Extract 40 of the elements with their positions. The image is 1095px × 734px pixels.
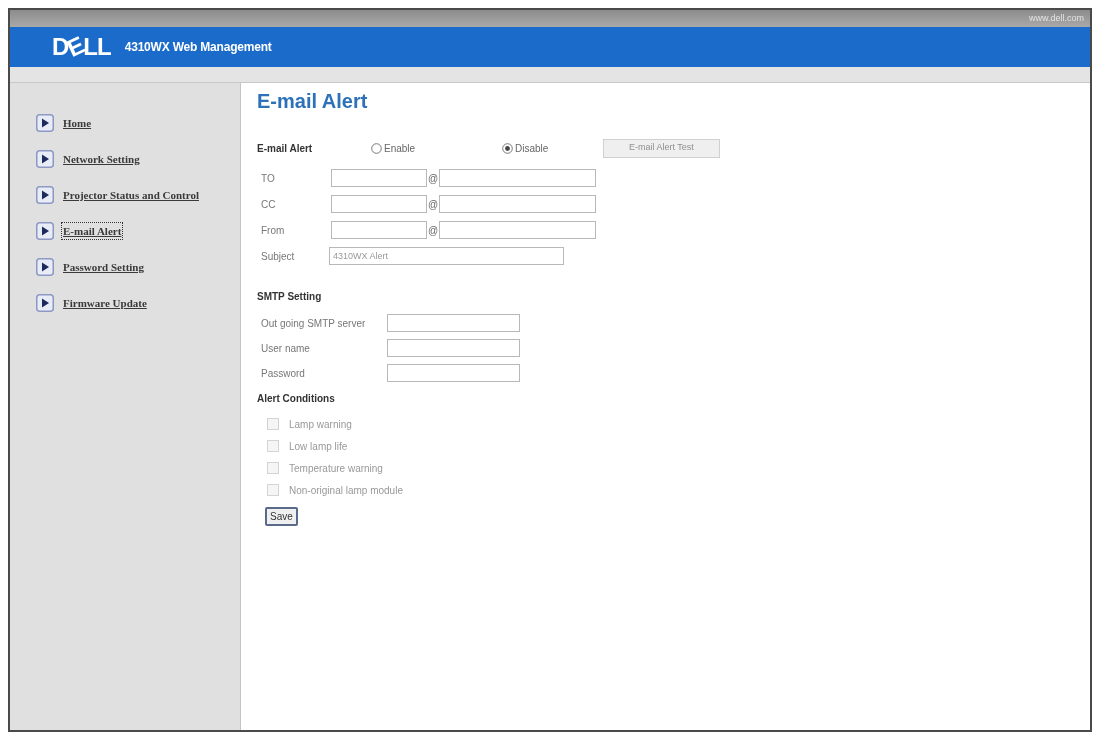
checkbox-label: Lamp warning: [289, 417, 352, 432]
field-label: User name: [261, 341, 311, 356]
input-field[interactable]: [439, 221, 596, 239]
input-field[interactable]: [387, 339, 520, 357]
input-field[interactable]: [439, 169, 596, 187]
header-title: 4310WX Web Management: [124, 39, 272, 56]
field-label: Password: [261, 366, 306, 381]
at-sign: @: [427, 171, 439, 186]
save-button[interactable]: Save: [265, 507, 298, 526]
radio-option[interactable]: Enable: [371, 140, 416, 156]
input-field[interactable]: [387, 364, 520, 382]
sidebar-link[interactable]: Network Setting: [62, 150, 141, 168]
input-field[interactable]: [331, 195, 427, 213]
field-label: Out going SMTP server: [261, 316, 367, 331]
checkbox-label: Low lamp life: [289, 439, 348, 454]
radio-option[interactable]: Disable: [502, 140, 549, 156]
field-label: Subject: [261, 249, 296, 264]
field-label: TO: [261, 171, 276, 186]
field-label: E-mail Alert: [257, 141, 314, 156]
input-field[interactable]: [387, 314, 520, 332]
at-sign: @: [427, 223, 439, 238]
radio-selected-icon[interactable]: [502, 142, 513, 154]
at-sign: @: [427, 197, 439, 212]
field-label: CC: [261, 197, 277, 212]
sidebar-link[interactable]: Projector Status and Control: [62, 186, 200, 204]
field-label: From: [261, 223, 286, 238]
page-title: E-mail Alert: [257, 89, 369, 113]
input-field[interactable]: [331, 169, 427, 187]
section-title: Alert Conditions: [257, 392, 336, 406]
sidebar-link[interactable]: Home: [62, 114, 93, 132]
radio-empty-icon[interactable]: [371, 142, 382, 154]
checkbox-label: Temperature warning: [289, 461, 383, 476]
section-title: SMTP Setting: [257, 290, 323, 304]
input-field[interactable]: [331, 221, 427, 239]
checkbox-label: Non-original lamp module: [289, 483, 403, 498]
logo: DELL: [52, 35, 111, 59]
sidebar-link[interactable]: Password Setting: [62, 258, 145, 276]
input-field[interactable]: [439, 195, 596, 213]
sidebar-link[interactable]: E-mail Alert: [62, 222, 123, 240]
sidebar-link[interactable]: Firmware Update: [62, 294, 148, 312]
